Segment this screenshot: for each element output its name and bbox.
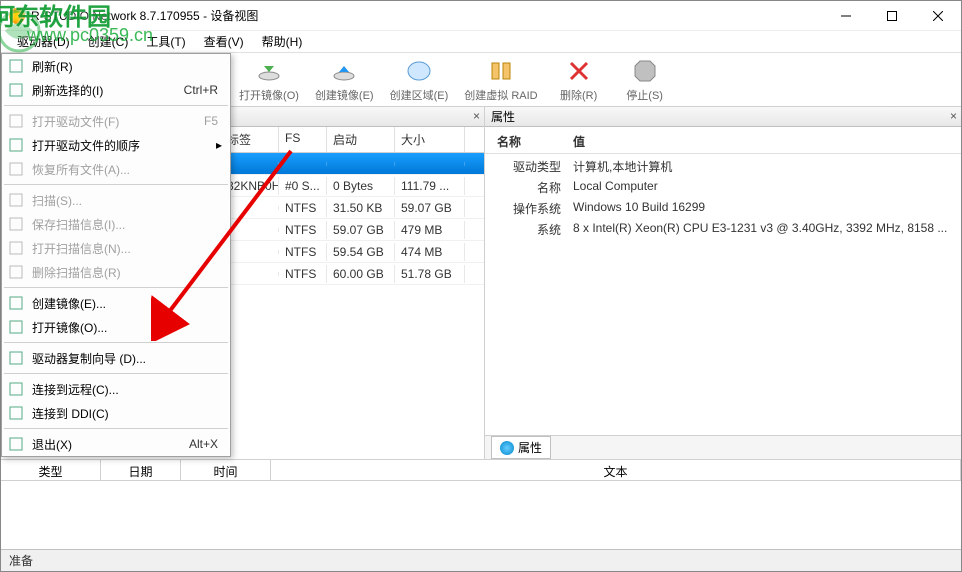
recover-icon [8, 161, 24, 177]
tool-create-raid[interactable]: 创建虚拟 RAID [464, 57, 537, 103]
properties-tabbar: 属性 [485, 435, 961, 459]
menu-item-open-image[interactable]: 打开镜像(O)... [2, 315, 230, 339]
open-icon [8, 240, 24, 256]
prop-row[interactable]: 系统8 x Intel(R) Xeon(R) CPU E3-1231 v3 @ … [485, 219, 961, 240]
menu-item-open: 打开扫描信息(N)... [2, 236, 230, 260]
tool-open-image[interactable]: 打开镜像(O) [239, 57, 299, 103]
delete-icon [565, 57, 593, 85]
wizard-icon [8, 350, 24, 366]
log-col-text[interactable]: 文本 [271, 460, 961, 480]
open-image-icon [8, 319, 24, 335]
menu-item-wizard[interactable]: 驱动器复制向导 (D)... [2, 346, 230, 370]
prop-row[interactable]: 驱动类型计算机,本地计算机 [485, 156, 961, 177]
menu-help[interactable]: 帮助(H) [254, 31, 311, 52]
tool-create-region[interactable]: 创建区域(E) [390, 57, 449, 103]
log-col-type[interactable]: 类型 [1, 460, 101, 480]
app-icon [9, 8, 25, 24]
create-image-icon [330, 57, 358, 85]
menu-item-exit[interactable]: 退出(X)Alt+X [2, 432, 230, 456]
region-icon [405, 57, 433, 85]
window-title: R-STUDIO Network 8.7.170955 - 设备视图 [31, 7, 823, 24]
scan-grid-icon [8, 192, 24, 208]
menu-item-item[interactable]: 打开驱动文件的顺序▸ [2, 133, 230, 157]
log-col-date[interactable]: 日期 [101, 460, 181, 480]
statusbar: 准备 [1, 549, 961, 571]
close-icon[interactable]: × [473, 109, 480, 123]
open-image-icon [255, 57, 283, 85]
log-header: 类型 日期 时间 文本 [1, 459, 961, 481]
menu-tools[interactable]: 工具(T) [138, 31, 193, 52]
menu-create[interactable]: 创建(C) [80, 31, 137, 52]
menu-item-ddi[interactable]: 连接到 DDI(C) [2, 401, 230, 425]
menu-item-remote[interactable]: 连接到远程(C)... [2, 377, 230, 401]
properties-header: 属性 × [485, 107, 961, 127]
status-text: 准备 [9, 552, 33, 569]
menu-item-scan-grid: 扫描(S)... [2, 188, 230, 212]
exit-icon [8, 436, 24, 452]
blank-icon [8, 137, 24, 153]
properties-body: 名称 值 驱动类型计算机,本地计算机 名称Local Computer 操作系统… [485, 127, 961, 435]
menu-item-recover: 恢复所有文件(A)... [2, 157, 230, 181]
remote-icon [8, 381, 24, 397]
create-image-icon [8, 295, 24, 311]
properties-column-header: 名称 值 [485, 131, 961, 154]
raid-icon [487, 57, 515, 85]
close-button[interactable] [915, 1, 961, 31]
stop-icon [631, 57, 659, 85]
col-start[interactable]: 启动 [327, 127, 395, 152]
col-size[interactable]: 大小 [395, 127, 465, 152]
close-icon[interactable]: × [950, 109, 957, 123]
properties-icon [500, 441, 514, 455]
window-controls [823, 1, 961, 31]
menu-item-refresh-ccw[interactable]: 刷新(R) [2, 54, 230, 78]
menu-drive[interactable]: 驱动器(D) [9, 31, 78, 52]
tool-delete[interactable]: 删除(R) [554, 57, 604, 103]
menu-item-create-image[interactable]: 创建镜像(E)... [2, 291, 230, 315]
prop-row[interactable]: 操作系统Windows 10 Build 16299 [485, 198, 961, 219]
folder-open-icon [8, 113, 24, 129]
menu-item-folder-open: 打开驱动文件(F)F5 [2, 109, 230, 133]
drive-menu-dropdown: 刷新(R)刷新选择的(I)Ctrl+R 打开驱动文件(F)F5打开驱动文件的顺序▸… [1, 53, 231, 457]
maximize-button[interactable] [869, 1, 915, 31]
tab-properties[interactable]: 属性 [491, 436, 551, 459]
tool-stop[interactable]: 停止(S) [620, 57, 670, 103]
ddi-icon [8, 405, 24, 421]
properties-pane: 属性 × 名称 值 驱动类型计算机,本地计算机 名称Local Computer… [485, 107, 961, 459]
menubar: 驱动器(D) 创建(C) 工具(T) 查看(V) 帮助(H) [1, 31, 961, 53]
titlebar: R-STUDIO Network 8.7.170955 - 设备视图 [1, 1, 961, 31]
properties-title: 属性 [491, 108, 515, 125]
refresh-cw-icon [8, 82, 24, 98]
refresh-ccw-icon [8, 58, 24, 74]
menu-item-refresh-cw[interactable]: 刷新选择的(I)Ctrl+R [2, 78, 230, 102]
prop-row[interactable]: 名称Local Computer [485, 177, 961, 198]
minimize-button[interactable] [823, 1, 869, 31]
menu-view[interactable]: 查看(V) [196, 31, 252, 52]
log-col-time[interactable]: 时间 [181, 460, 271, 480]
col-fs[interactable]: FS [279, 127, 327, 152]
log-body [1, 481, 961, 553]
save-icon [8, 216, 24, 232]
menu-item-save: 保存扫描信息(I)... [2, 212, 230, 236]
menu-item-delete: 删除扫描信息(R) [2, 260, 230, 284]
chevron-right-icon: ▸ [216, 138, 222, 152]
tool-create-image[interactable]: 创建镜像(E) [315, 57, 374, 103]
delete-icon [8, 264, 24, 280]
